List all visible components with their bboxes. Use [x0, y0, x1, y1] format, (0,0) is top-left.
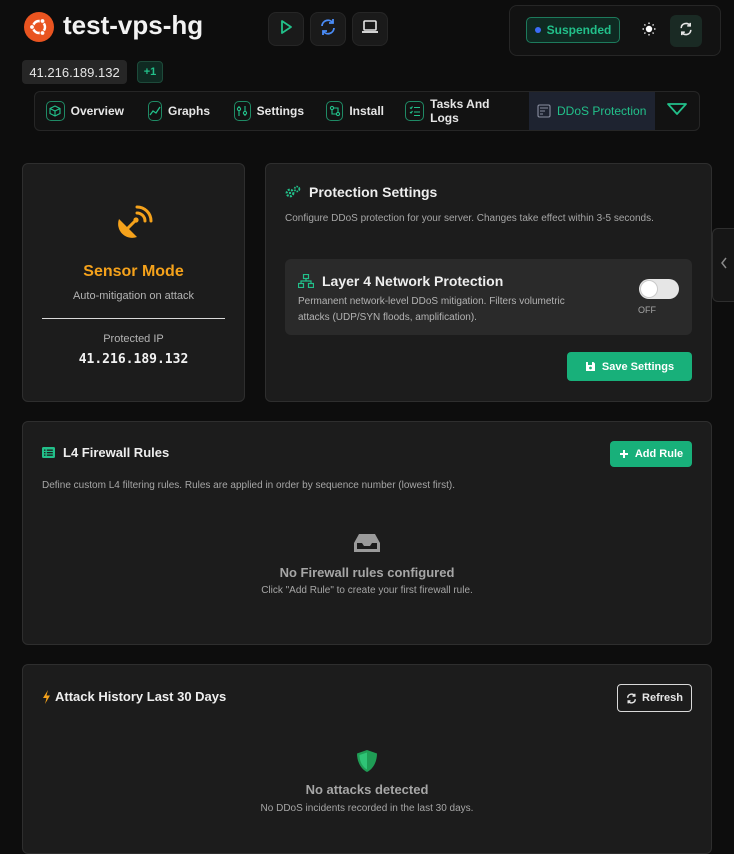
refresh-icon [626, 692, 637, 704]
save-settings-button[interactable]: Save Settings [567, 352, 692, 381]
network-icon [298, 274, 314, 288]
toggle-state-label: OFF [638, 305, 656, 315]
console-icon [361, 19, 379, 40]
tab-settings-label: Settings [256, 104, 304, 118]
tab-overview-label: Overview [70, 104, 124, 118]
server-name: test-vps-hg [63, 10, 204, 40]
status-label: Suspended [546, 23, 612, 37]
divider [42, 318, 225, 319]
ip-address-chip[interactable]: 41.216.189.132 [22, 60, 127, 84]
protected-ip-label: Protected IP [103, 333, 164, 345]
history-empty-description: No DDoS incidents recorded in the last 3… [260, 803, 474, 814]
extra-ips-badge[interactable]: +1 [137, 61, 163, 83]
list-icon [42, 447, 55, 458]
toggle-knob [641, 281, 657, 297]
side-panel-toggle[interactable] [712, 228, 734, 302]
refresh-status-button[interactable] [670, 15, 702, 47]
theme-toggle[interactable] [638, 20, 660, 42]
tab-tasks-label: Tasks And Logs [430, 97, 490, 125]
tab-settings[interactable]: Settings [226, 92, 312, 130]
console-button[interactable] [352, 12, 388, 46]
tab-tasks-and-logs[interactable]: Tasks And Logs [397, 92, 525, 130]
ddos-icon [537, 104, 551, 118]
layer4-heading: Layer 4 Network Protection [298, 273, 503, 289]
history-empty-title: No attacks detected [305, 782, 429, 797]
tab-graphs-label: Graphs [168, 104, 211, 118]
bolt-icon [42, 689, 51, 704]
chevron-down-icon [667, 102, 687, 121]
attack-history-heading: Attack History Last 30 Days [42, 689, 226, 704]
sensor-mode-subtitle: Auto-mitigation on attack [72, 290, 195, 302]
firewall-heading: L4 Firewall Rules [42, 445, 169, 460]
protection-settings-heading: Protection Settings [285, 184, 437, 200]
tasks-icon [405, 101, 425, 121]
reinstall-icon [319, 18, 337, 41]
tab-overview[interactable]: Overview [38, 92, 132, 130]
add-rule-button[interactable]: Add Rule [610, 441, 692, 467]
layer4-toggle[interactable] [639, 279, 679, 299]
firewall-empty-description: Click "Add Rule" to create your first fi… [261, 585, 473, 596]
status-dot [534, 27, 541, 33]
protected-ip-value: 41.216.189.132 [78, 352, 189, 367]
tab-ddos-protection[interactable]: DDoS Protection [529, 92, 655, 130]
sun-icon [641, 21, 657, 42]
shield-icon [355, 748, 379, 774]
satellite-dish-icon [112, 202, 156, 246]
chevron-left-icon [720, 256, 728, 274]
start-button[interactable] [268, 12, 304, 46]
add-rule-label: Add Rule [634, 448, 684, 460]
save-settings-label: Save Settings [601, 360, 675, 373]
tab-install[interactable]: Install [318, 92, 392, 130]
status-badge: Suspended [526, 17, 620, 43]
refresh-icon [679, 22, 693, 41]
sliders-icon [234, 101, 251, 121]
play-icon [278, 19, 294, 40]
install-icon [326, 101, 344, 121]
attack-history-title: Attack History Last 30 Days [55, 689, 227, 704]
firewall-description: Define custom L4 filtering rules. Rules … [42, 480, 455, 491]
plus-icon [619, 449, 629, 459]
firewall-title: L4 Firewall Rules [63, 445, 170, 460]
refresh-history-button[interactable]: Refresh [617, 684, 692, 712]
refresh-history-label: Refresh [642, 692, 683, 704]
tab-ddos-label: DDoS Protection [557, 104, 647, 118]
tab-graphs[interactable]: Graphs [140, 92, 218, 130]
protection-settings-title: Protection Settings [309, 184, 438, 200]
cogs-icon [285, 185, 301, 199]
sensor-mode-title: Sensor Mode [83, 263, 184, 280]
inbox-icon [353, 532, 381, 554]
ubuntu-icon [24, 12, 54, 42]
save-icon [585, 361, 596, 372]
tab-install-label: Install [349, 104, 384, 118]
firewall-empty-title: No Firewall rules configured [279, 565, 455, 580]
layer4-description: Permanent network-level DDoS mitigation.… [298, 296, 565, 323]
protection-settings-description: Configure DDoS protection for your serve… [285, 213, 654, 224]
cube-icon [46, 101, 65, 121]
more-tabs-button[interactable] [662, 96, 692, 126]
layer4-title: Layer 4 Network Protection [322, 273, 504, 289]
reinstall-button[interactable] [310, 12, 346, 46]
chart-line-icon [148, 101, 162, 121]
